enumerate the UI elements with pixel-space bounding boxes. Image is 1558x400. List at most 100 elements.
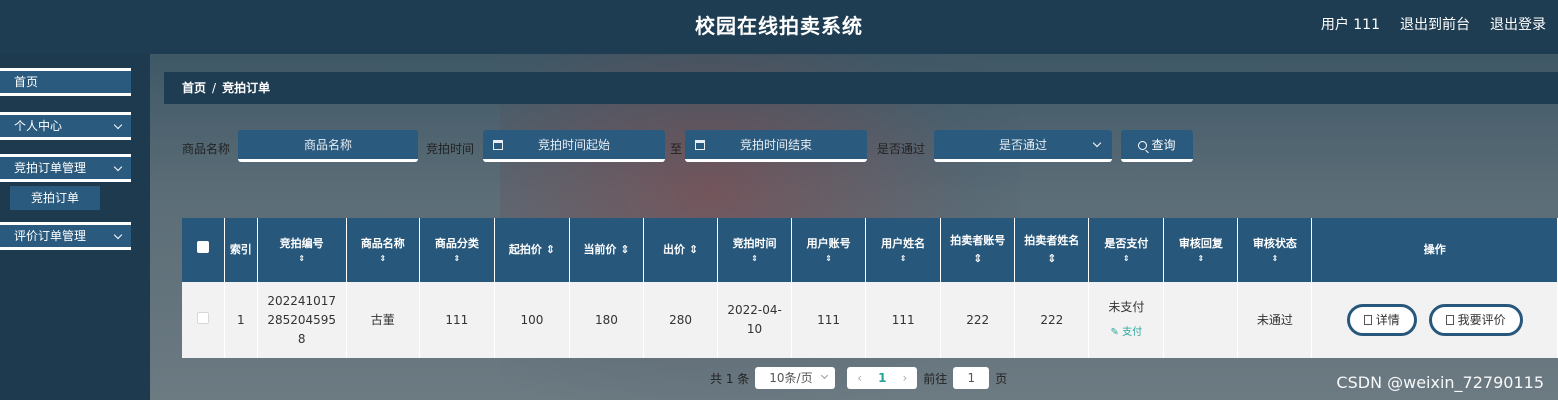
select-all-header[interactable] — [182, 218, 226, 282]
pass-status-label: 是否通过 — [877, 142, 926, 156]
column-header[interactable]: 当前价 ⇕ — [569, 218, 645, 282]
pass-status-placeholder: 是否通过 — [998, 138, 1047, 152]
watermark: CSDN @weixin_72790115 — [1336, 373, 1544, 392]
column-header[interactable]: 竞拍编号 ⇕ — [257, 218, 347, 282]
page-unit-label: 页 — [995, 371, 1008, 386]
sidebar-item-label: 个人中心 — [14, 119, 63, 133]
total-count: 共 1 条 — [710, 371, 750, 386]
column-header[interactable]: 商品分类 ⇕ — [419, 218, 495, 282]
product-name-input[interactable]: 商品名称 — [238, 130, 418, 162]
sort-icon[interactable]: ⇕ — [973, 252, 982, 265]
goto-label: 前往 — [923, 371, 948, 386]
breadcrumb: 首页 / 竞拍订单 — [164, 72, 1558, 104]
column-header[interactable]: 是否支付 ⇕ — [1088, 218, 1165, 282]
sort-icon[interactable]: ⇕ — [424, 253, 490, 265]
chevron-down-icon — [113, 162, 123, 172]
column-header[interactable]: 用户账号 ⇕ — [791, 218, 867, 282]
sidebar-item-label: 首页 — [14, 75, 39, 89]
column-header[interactable]: 用户姓名 ⇕ — [865, 218, 942, 282]
product-name-label: 商品名称 — [182, 142, 231, 156]
sidebar-item-personal-center[interactable]: 个人中心 — [0, 112, 131, 140]
column-header[interactable]: 出价 ⇕ — [643, 218, 719, 282]
cell-bid-no: 2022410172852045958 — [257, 282, 347, 358]
query-button[interactable]: 查询 — [1121, 130, 1193, 162]
sort-icon[interactable]: ⇕ — [1242, 253, 1307, 265]
column-header: 索引 — [224, 218, 258, 282]
sidebar-item-home[interactable]: 首页 — [0, 68, 131, 96]
chevron-down-icon — [1092, 138, 1102, 148]
pagination: 共 1 条 10条/页 ‹ 1 › 前往 1 页 — [710, 366, 1007, 390]
bid-time-end-placeholder: 竞拍时间结束 — [739, 138, 812, 152]
review-button[interactable]: 我要评价 — [1428, 304, 1523, 336]
column-header[interactable]: 拍卖者姓名 ⇕ — [1014, 218, 1090, 282]
sort-icon[interactable]: ⇕ — [722, 253, 787, 265]
cell-offer: 280 — [643, 282, 719, 358]
back-to-front-link[interactable]: 退出到前台 — [1400, 14, 1470, 34]
sort-icon[interactable]: ⇕ — [262, 253, 342, 265]
sidebar-item-bid-orders[interactable]: 竞拍订单管理 — [0, 154, 131, 182]
search-form: 商品名称 商品名称 竞拍时间 竞拍时间起始 至 竞拍时间结束 是否通过 是否通过… — [164, 130, 1558, 164]
column-header[interactable]: 竞拍时间 ⇕ — [717, 218, 793, 282]
cell-user-account: 111 — [791, 282, 867, 358]
main-content: 首页 / 竞拍订单 商品名称 商品名称 竞拍时间 竞拍时间起始 至 竞拍时间结束 是… — [150, 54, 1558, 400]
sort-icon[interactable]: ⇕ — [1093, 253, 1159, 265]
user-label[interactable]: 用户 111 — [1321, 14, 1380, 34]
sort-icon[interactable]: ⇕ — [1047, 252, 1056, 265]
cell-product-name: 古董 — [346, 282, 420, 358]
chevron-down-icon — [821, 371, 829, 380]
app-header: 校园在线拍卖系统 用户 111 退出到前台 退出登录 — [0, 0, 1558, 54]
bid-time-end-input[interactable]: 竞拍时间结束 — [685, 130, 867, 162]
sidebar-item-label: 评价订单管理 — [14, 229, 87, 243]
cell-review-status: 未通过 — [1237, 282, 1313, 358]
sidebar-item-review-orders[interactable]: 评价订单管理 — [0, 222, 131, 250]
logout-link[interactable]: 退出登录 — [1490, 14, 1546, 34]
sort-icon[interactable]: ⇕ — [870, 253, 936, 265]
cell-paid: 未支付 ✎ 支付 — [1088, 282, 1165, 358]
next-page-icon[interactable]: › — [902, 367, 907, 389]
bid-time-label: 竞拍时间 — [426, 142, 475, 156]
column-header[interactable]: 商品名称 ⇕ — [346, 218, 420, 282]
page-list: ‹ 1 › — [847, 367, 918, 389]
cell-seller-account: 222 — [940, 282, 1016, 358]
sort-icon[interactable]: ⇕ — [1168, 253, 1233, 265]
sidebar: 首页 个人中心 竞拍订单管理 竞拍订单 评价订单管理 — [0, 54, 148, 400]
search-icon — [1138, 141, 1148, 150]
sort-icon[interactable]: ⇕ — [546, 243, 555, 256]
page-size-select[interactable]: 10条/页 — [755, 367, 836, 389]
row-select-cell[interactable] — [182, 282, 226, 358]
sidebar-item-label: 竞拍订单管理 — [14, 161, 87, 175]
calendar-icon — [695, 140, 705, 150]
pay-link[interactable]: ✎ 支付 — [1095, 323, 1157, 342]
document-icon — [1445, 315, 1454, 325]
page-number[interactable]: 1 — [878, 367, 886, 389]
document-icon — [1363, 315, 1372, 325]
sort-icon[interactable]: ⇕ — [351, 253, 415, 265]
calendar-icon — [493, 140, 503, 150]
breadcrumb-home[interactable]: 首页 — [182, 81, 206, 95]
cell-user-name: 111 — [865, 282, 942, 358]
cell-review-reply — [1163, 282, 1239, 358]
pass-status-select[interactable]: 是否通过 — [934, 130, 1112, 162]
sidebar-subitem-bid-orders[interactable]: 竞拍订单 — [10, 186, 100, 210]
row-checkbox[interactable] — [197, 311, 210, 324]
prev-page-icon[interactable]: ‹ — [857, 367, 862, 389]
column-header[interactable]: 审核回复 ⇕ — [1163, 218, 1239, 282]
column-header[interactable]: 拍卖者账号 ⇕ — [940, 218, 1016, 282]
header-links: 用户 111 退出到前台 退出登录 — [1321, 14, 1546, 34]
table-header-row: 索引 竞拍编号 ⇕ 商品名称 ⇕ 商品分类 ⇕ 起拍价 ⇕ 当前价 ⇕ 出价 ⇕ 竞拍… — [182, 218, 1558, 282]
query-button-label: 查询 — [1151, 138, 1176, 152]
sort-icon[interactable]: ⇕ — [689, 243, 698, 256]
sort-icon[interactable]: ⇕ — [620, 243, 629, 256]
breadcrumb-separator: / — [212, 81, 217, 95]
goto-page-input[interactable]: 1 — [953, 367, 990, 389]
sort-icon[interactable]: ⇕ — [796, 253, 861, 265]
column-header: 操作 — [1311, 218, 1558, 282]
select-all-checkbox[interactable] — [197, 241, 210, 253]
bid-time-start-input[interactable]: 竞拍时间起始 — [483, 130, 665, 162]
bid-time-start-placeholder: 竞拍时间起始 — [537, 138, 610, 152]
detail-button[interactable]: 详情 — [1346, 304, 1417, 336]
column-header[interactable]: 起拍价 ⇕ — [494, 218, 570, 282]
column-header[interactable]: 审核状态 ⇕ — [1237, 218, 1313, 282]
cell-index: 1 — [224, 282, 258, 358]
cell-current-price: 180 — [569, 282, 645, 358]
